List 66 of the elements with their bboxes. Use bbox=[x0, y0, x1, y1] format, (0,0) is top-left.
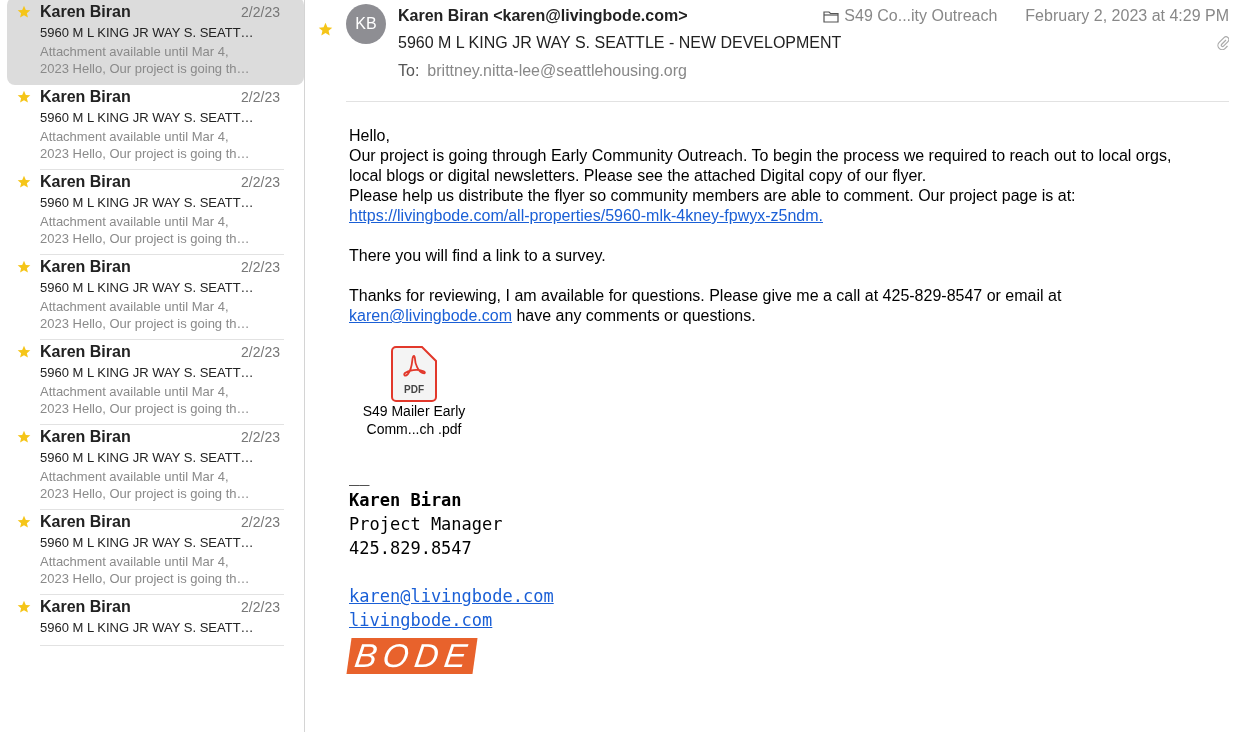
paperclip-icon bbox=[1217, 34, 1229, 50]
message-preview: Attachment available until Mar 4, 2023 Hello, Our project is going th… bbox=[40, 553, 251, 587]
message-preview: Attachment available until Mar 4, 2023 Hello, Our project is going th… bbox=[40, 43, 251, 77]
signature-rule: __ bbox=[349, 465, 371, 488]
message-list-item[interactable]: Karen Biran 2/2/23 5960 M L KING JR WAY S. SEATT… Attachment available until Mar 4, 2023 Hello, Our project is going th… bbox=[7, 82, 304, 170]
sender-name: Karen Biran bbox=[40, 87, 132, 107]
body-text: Our project is going through Early Community Outreach. To begin the process we required to reach out to local orgs, local blogs or digital newsletters. Please see the attached Digital copy of our flyer. bbox=[349, 146, 1173, 186]
signature-title: Project Manager bbox=[349, 513, 504, 536]
sender-name: Karen Biran bbox=[40, 257, 132, 277]
body-text: Thanks for reviewing, I am available for questions. Please give me a call at 425-829-8547 or email at karen@livingbode.com have any comments or questions. bbox=[349, 286, 1063, 326]
message-preview: Attachment available until Mar 4, 2023 Hello, Our project is going th… bbox=[40, 128, 251, 162]
message-subject: 5960 M L KING JR WAY S. SEATT… bbox=[40, 24, 255, 42]
email-link[interactable]: karen@livingbode.com bbox=[349, 586, 554, 606]
message-date: 2/2/23 bbox=[241, 342, 280, 362]
message-list-item[interactable]: Karen Biran 2/2/23 5960 M L KING JR WAY S. SEATT… Attachment available until Mar 4, 2023 Hello, Our project is going th… bbox=[7, 167, 304, 255]
sender-name: Karen Biran bbox=[40, 2, 132, 22]
avatar: KB bbox=[346, 4, 386, 44]
project-link[interactable]: https://livingbode.com/all-properties/5960-mlk-4kney-fpwyx-z5ndm. bbox=[349, 207, 823, 224]
pdf-file-icon: PDF bbox=[391, 346, 437, 402]
message-date: 2/2/23 bbox=[241, 87, 280, 107]
message-date: February 2, 2023 at 4:29 PM bbox=[1025, 6, 1229, 26]
message-preview: Attachment available until Mar 4, 2023 Hello, Our project is going th… bbox=[40, 213, 251, 247]
message-list-item[interactable]: Karen Biran 2/2/23 5960 M L KING JR WAY S. SEATT… Attachment available until Mar 4, 2023 Hello, Our project is going th… bbox=[7, 422, 304, 510]
signature-name: Karen Biran bbox=[349, 489, 463, 512]
message-date: 2/2/23 bbox=[241, 427, 280, 447]
message-list-item[interactable]: Karen Biran 2/2/23 5960 M L KING JR WAY S. SEATT… bbox=[7, 592, 304, 646]
message-subject: 5960 M L KING JR WAY S. SEATT… bbox=[40, 109, 255, 127]
message-list-item[interactable]: Karen Biran 2/2/23 5960 M L KING JR WAY S. SEATT… Attachment available until Mar 4, 2023 Hello, Our project is going th… bbox=[7, 337, 304, 425]
body-text: There you will find a link to a survey. bbox=[349, 246, 607, 266]
message-date: 2/2/23 bbox=[241, 257, 280, 277]
message-date: 2/2/23 bbox=[241, 2, 280, 22]
message-list-item[interactable]: Karen Biran 2/2/23 5960 M L KING JR WAY S. SEATT… Attachment available until Mar 4, 2023 Hello, Our project is going th… bbox=[7, 507, 304, 595]
email-link[interactable]: karen@livingbode.com bbox=[349, 307, 512, 324]
sender-name: Karen Biran bbox=[40, 342, 132, 362]
message-list-item[interactable]: Karen Biran 2/2/23 5960 M L KING JR WAY S. SEATT… Attachment available until Mar 4, 2023 Hello, Our project is going th… bbox=[7, 0, 304, 85]
message-subject: 5960 M L KING JR WAY S. SEATT… bbox=[40, 364, 255, 382]
message-subject: 5960 M L KING JR WAY S. SEATTLE - NEW DEVELOPMENT bbox=[398, 33, 843, 53]
message-preview: Attachment available until Mar 4, 2023 Hello, Our project is going th… bbox=[40, 468, 251, 502]
recipient-address: brittney.nitta-lee@seattlehousing.org bbox=[427, 62, 687, 79]
sender-name: Karen Biran bbox=[40, 512, 132, 532]
mailbox-name: S49 Co...ity Outreach bbox=[844, 6, 998, 26]
body-text: Hello, bbox=[349, 126, 391, 146]
sender-name: Karen Biran bbox=[40, 427, 132, 447]
message-date: 2/2/23 bbox=[241, 512, 280, 532]
message-preview: Attachment available until Mar 4, 2023 Hello, Our project is going th… bbox=[40, 383, 251, 417]
attachment-name: Comm...ch .pdf bbox=[365, 420, 463, 438]
website-link[interactable]: livingbode.com bbox=[349, 610, 493, 630]
message-subject: 5960 M L KING JR WAY S. SEATT… bbox=[40, 194, 255, 212]
message-subject: 5960 M L KING JR WAY S. SEATT… bbox=[40, 449, 255, 467]
message-subject: 5960 M L KING JR WAY S. SEATT… bbox=[40, 279, 255, 297]
message-subject: 5960 M L KING JR WAY S. SEATT… bbox=[40, 619, 255, 637]
pdf-attachment[interactable]: PDF S49 Mailer Early Comm...ch .pdf bbox=[349, 346, 479, 438]
sender-name: Karen Biran bbox=[40, 172, 132, 192]
folder-icon bbox=[823, 9, 840, 23]
sender-name: Karen Biran bbox=[40, 597, 132, 617]
message-list-item[interactable]: Karen Biran 2/2/23 5960 M L KING JR WAY S. SEATT… Attachment available until Mar 4, 2023 Hello, Our project is going th… bbox=[7, 252, 304, 340]
message-subject: 5960 M L KING JR WAY S. SEATT… bbox=[40, 534, 255, 552]
body-text: Please help us distribute the flyer so community members are able to comment. Our project page is at: bbox=[349, 186, 1077, 206]
message-date: 2/2/23 bbox=[241, 172, 280, 192]
signature-phone: 425.829.8547 bbox=[349, 537, 473, 560]
message-date: 2/2/23 bbox=[241, 597, 280, 617]
company-logo: BODE bbox=[346, 638, 478, 674]
message-preview: Attachment available until Mar 4, 2023 Hello, Our project is going th… bbox=[40, 298, 251, 332]
sender-address: Karen Biran <karen@livingbode.com> bbox=[398, 6, 688, 26]
to-label: To: bbox=[398, 62, 420, 79]
attachment-name: S49 Mailer Early bbox=[361, 402, 467, 420]
